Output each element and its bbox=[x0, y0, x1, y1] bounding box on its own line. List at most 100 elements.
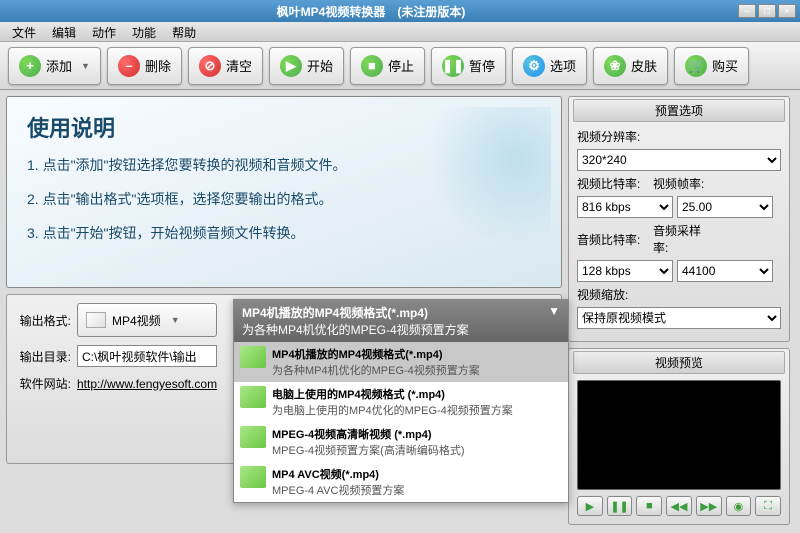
instruction-2: 2. 点击"输出格式"选项框，选择您要输出的格式。 bbox=[27, 189, 541, 209]
options-button[interactable]: ⚙ 选项 bbox=[512, 47, 587, 85]
options-label: 选项 bbox=[550, 56, 576, 75]
format-option[interactable]: 电脑上使用的MP4视频格式 (*.mp4) 为电脑上使用的MP4优化的MPEG-… bbox=[234, 382, 568, 422]
player-stop-button[interactable]: ■ bbox=[636, 496, 662, 516]
maximize-button[interactable]: □ bbox=[758, 4, 776, 18]
chevron-down-icon: ▼ bbox=[81, 61, 90, 71]
format-item-desc: MPEG-4视频预置方案(高清晰编码格式) bbox=[272, 442, 465, 458]
toolbar: + 添加 ▼ – 删除 ⊘ 清空 ▶ 开始 ■ 停止 ❚❚ 暂停 ⚙ 选项 ❀ … bbox=[0, 42, 800, 90]
minimize-button[interactable]: – bbox=[738, 4, 756, 18]
format-option[interactable]: MP4 AVC视频(*.mp4) MPEG-4 AVC视频预置方案 bbox=[234, 462, 568, 502]
output-settings-panel: 输出格式: MP4视频 ▼ MP4机播放的MP4视频格式(*.mp4) 为各种M… bbox=[6, 294, 562, 464]
scaling-label: 视频缩放: bbox=[577, 286, 643, 303]
format-file-icon bbox=[240, 426, 266, 448]
vframerate-label: 视频帧率: bbox=[653, 175, 711, 192]
output-format-combo[interactable]: MP4视频 ▼ bbox=[77, 303, 217, 337]
skin-button[interactable]: ❀ 皮肤 bbox=[593, 47, 668, 85]
title-bar: 枫叶MP4视频转换器 (未注册版本) – □ × bbox=[0, 0, 800, 22]
delete-label: 删除 bbox=[145, 56, 171, 75]
clear-icon: ⊘ bbox=[199, 55, 221, 77]
scaling-select[interactable]: 保持原视频模式 bbox=[577, 307, 781, 329]
gear-icon: ⚙ bbox=[523, 55, 545, 77]
instructions-title: 使用说明 bbox=[27, 111, 541, 143]
format-item-title: MP4机播放的MP4视频格式(*.mp4) bbox=[272, 346, 480, 362]
delete-button[interactable]: – 删除 bbox=[107, 47, 182, 85]
format-file-icon bbox=[240, 346, 266, 368]
video-format-icon bbox=[86, 312, 106, 328]
asamplerate-select[interactable]: 44100 bbox=[677, 260, 773, 282]
vbitrate-select[interactable]: 816 kbps bbox=[577, 196, 673, 218]
player-fullscreen-button[interactable]: ⛶ bbox=[755, 496, 781, 516]
chevron-down-icon: ▼ bbox=[171, 315, 180, 325]
window-title: 枫叶MP4视频转换器 (未注册版本) bbox=[4, 3, 738, 20]
resolution-select[interactable]: 320*240 bbox=[577, 149, 781, 171]
preview-title: 视频预览 bbox=[573, 351, 785, 374]
left-panel: 使用说明 1. 点击"添加"按钮选择您要转换的视频和音频文件。 2. 点击"输出… bbox=[6, 96, 562, 464]
format-option[interactable]: MPEG-4视频高清晰视频 (*.mp4) MPEG-4视频预置方案(高清晰编码… bbox=[234, 422, 568, 462]
format-header-desc: 为各种MP4机优化的MPEG-4视频预置方案 bbox=[242, 321, 469, 338]
format-header-title: MP4机播放的MP4视频格式(*.mp4) bbox=[242, 304, 469, 321]
video-preview bbox=[577, 380, 781, 490]
menu-edit[interactable]: 编辑 bbox=[44, 22, 84, 41]
output-format-label: 输出格式: bbox=[15, 312, 71, 329]
clear-button[interactable]: ⊘ 清空 bbox=[188, 47, 263, 85]
cart-icon: 🛒 bbox=[685, 55, 707, 77]
format-option[interactable]: MP4机播放的MP4视频格式(*.mp4) 为各种MP4机优化的MPEG-4视频… bbox=[234, 342, 568, 382]
format-item-desc: 为各种MP4机优化的MPEG-4视频预置方案 bbox=[272, 362, 480, 378]
player-next-button[interactable]: ▶▶ bbox=[696, 496, 722, 516]
buy-button[interactable]: 🛒 购买 bbox=[674, 47, 749, 85]
pause-button[interactable]: ❚❚ 暂停 bbox=[431, 47, 506, 85]
player-play-button[interactable]: ▶ bbox=[577, 496, 603, 516]
skin-label: 皮肤 bbox=[631, 56, 657, 75]
pause-label: 暂停 bbox=[469, 56, 495, 75]
stop-label: 停止 bbox=[388, 56, 414, 75]
add-label: 添加 bbox=[46, 56, 72, 75]
stop-icon: ■ bbox=[361, 55, 383, 77]
website-link[interactable]: http://www.fengyesoft.com bbox=[77, 377, 217, 391]
format-dropdown-header: MP4机播放的MP4视频格式(*.mp4) 为各种MP4机优化的MPEG-4视频… bbox=[234, 300, 568, 342]
right-panel: 预置选项 视频分辨率: 320*240 视频比特率: 视频帧率: 816 kbp… bbox=[568, 96, 790, 464]
close-button[interactable]: × bbox=[778, 4, 796, 18]
format-file-icon bbox=[240, 386, 266, 408]
collapse-icon[interactable]: ▼ bbox=[548, 304, 560, 338]
add-button[interactable]: + 添加 ▼ bbox=[8, 47, 101, 85]
vframerate-select[interactable]: 25.00 bbox=[677, 196, 773, 218]
menu-file[interactable]: 文件 bbox=[4, 22, 44, 41]
menu-action[interactable]: 动作 bbox=[84, 22, 124, 41]
asamplerate-label: 音频采样率: bbox=[653, 222, 711, 256]
instruction-3: 3. 点击"开始"按钮，开始视频音频文件转换。 bbox=[27, 223, 541, 243]
clear-label: 清空 bbox=[226, 56, 252, 75]
output-format-value: MP4视频 bbox=[112, 312, 161, 329]
format-item-desc: 为电脑上使用的MP4优化的MPEG-4视频预置方案 bbox=[272, 402, 513, 418]
menu-help[interactable]: 帮助 bbox=[164, 22, 204, 41]
player-controls: ▶ ❚❚ ■ ◀◀ ▶▶ ◉ ⛶ bbox=[577, 496, 781, 516]
plus-icon: + bbox=[19, 55, 41, 77]
output-dir-label: 输出目录: bbox=[15, 348, 71, 365]
format-dropdown-list: MP4机播放的MP4视频格式(*.mp4) 为各种MP4机优化的MPEG-4视频… bbox=[233, 299, 569, 503]
pause-icon: ❚❚ bbox=[442, 55, 464, 77]
player-pause-button[interactable]: ❚❚ bbox=[607, 496, 633, 516]
menu-bar: 文件 编辑 动作 功能 帮助 bbox=[0, 22, 800, 42]
resolution-label: 视频分辨率: bbox=[577, 128, 643, 145]
website-label: 软件网站: bbox=[15, 375, 71, 392]
instructions-panel: 使用说明 1. 点击"添加"按钮选择您要转换的视频和音频文件。 2. 点击"输出… bbox=[6, 96, 562, 288]
output-dir-input[interactable] bbox=[77, 345, 217, 367]
abitrate-select[interactable]: 128 kbps bbox=[577, 260, 673, 282]
abitrate-label: 音频比特率: bbox=[577, 231, 643, 248]
play-icon: ▶ bbox=[280, 55, 302, 77]
output-format-row: 输出格式: MP4视频 ▼ MP4机播放的MP4视频格式(*.mp4) 为各种M… bbox=[15, 303, 553, 337]
start-button[interactable]: ▶ 开始 bbox=[269, 47, 344, 85]
window-controls: – □ × bbox=[738, 4, 796, 18]
format-item-title: MPEG-4视频高清晰视频 (*.mp4) bbox=[272, 426, 465, 442]
instruction-1: 1. 点击"添加"按钮选择您要转换的视频和音频文件。 bbox=[27, 155, 541, 175]
format-item-title: 电脑上使用的MP4视频格式 (*.mp4) bbox=[272, 386, 513, 402]
buy-label: 购买 bbox=[712, 56, 738, 75]
format-item-desc: MPEG-4 AVC视频预置方案 bbox=[272, 482, 404, 498]
presets-title: 预置选项 bbox=[573, 99, 785, 122]
minus-icon: – bbox=[118, 55, 140, 77]
presets-panel: 预置选项 视频分辨率: 320*240 视频比特率: 视频帧率: 816 kbp… bbox=[568, 96, 790, 342]
player-prev-button[interactable]: ◀◀ bbox=[666, 496, 692, 516]
stop-button[interactable]: ■ 停止 bbox=[350, 47, 425, 85]
player-snapshot-button[interactable]: ◉ bbox=[726, 496, 752, 516]
format-file-icon bbox=[240, 466, 266, 488]
menu-function[interactable]: 功能 bbox=[124, 22, 164, 41]
